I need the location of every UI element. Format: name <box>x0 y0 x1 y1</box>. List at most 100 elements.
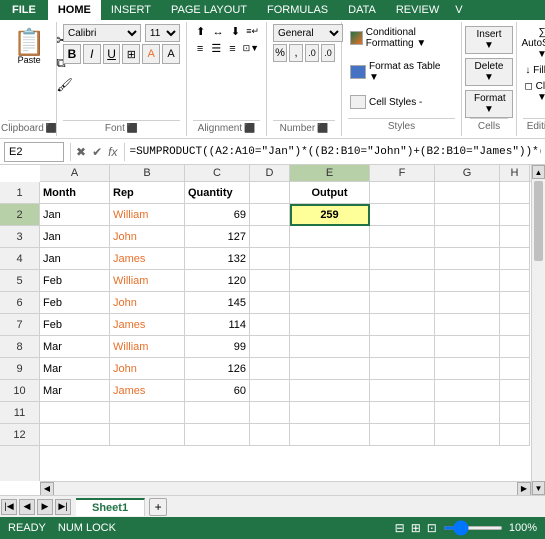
align-top-button[interactable]: ⬆ <box>193 24 208 39</box>
cell-B3[interactable]: John <box>110 226 185 248</box>
h-scroll-right-btn[interactable]: ▶ <box>517 482 531 496</box>
cell-B10[interactable]: James <box>110 380 185 402</box>
cell-ref-input[interactable] <box>4 142 64 162</box>
cell-C6[interactable]: 145 <box>185 292 250 314</box>
fill-button[interactable]: ↓ Fill ▼ <box>524 64 545 77</box>
cell-B2[interactable]: William <box>110 204 185 226</box>
col-header-C[interactable]: C <box>185 165 250 181</box>
cell-H5[interactable] <box>500 270 530 292</box>
font-color-button[interactable]: A <box>162 44 180 64</box>
cell-F2[interactable] <box>370 204 435 226</box>
cell-A12[interactable] <box>40 424 110 446</box>
cell-A2[interactable]: Jan <box>40 204 110 226</box>
sheet-tab-sheet1[interactable]: Sheet1 <box>76 498 145 516</box>
col-header-F[interactable]: F <box>370 165 435 181</box>
cell-C11[interactable] <box>185 402 250 424</box>
cell-D3[interactable] <box>250 226 290 248</box>
cell-H11[interactable] <box>500 402 530 424</box>
cell-A7[interactable]: Feb <box>40 314 110 336</box>
tab-review[interactable]: REVIEW <box>386 0 449 20</box>
cell-C12[interactable] <box>185 424 250 446</box>
cell-G6[interactable] <box>435 292 500 314</box>
cell-F11[interactable] <box>370 402 435 424</box>
col-header-H[interactable]: H <box>500 165 530 181</box>
cell-F12[interactable] <box>370 424 435 446</box>
clear-button[interactable]: ◻ Clear ▼ <box>520 80 545 104</box>
row-header-8[interactable]: 8 <box>0 336 39 358</box>
cell-A10[interactable]: Mar <box>40 380 110 402</box>
cell-F1[interactable] <box>370 182 435 204</box>
col-header-A[interactable]: A <box>40 165 110 181</box>
cell-H1[interactable] <box>500 182 530 204</box>
cell-E5[interactable] <box>290 270 370 292</box>
tab-nav-prev[interactable]: ◀ <box>19 499 35 515</box>
cell-G11[interactable] <box>435 402 500 424</box>
confirm-formula-icon[interactable]: ✔ <box>92 145 102 159</box>
v-scrollbar[interactable]: ▲ ▼ <box>531 165 545 495</box>
cell-C9[interactable]: 126 <box>185 358 250 380</box>
bold-button[interactable]: B <box>63 44 81 64</box>
cell-A8[interactable]: Mar <box>40 336 110 358</box>
percent-button[interactable]: % <box>273 44 287 62</box>
insert-function-icon[interactable]: fx <box>108 145 117 159</box>
tab-pagelayout[interactable]: PAGE LAYOUT <box>161 0 257 20</box>
clipboard-expand-icon[interactable]: ⬛ <box>46 123 57 134</box>
v-scroll-track[interactable] <box>532 179 545 481</box>
cell-H7[interactable] <box>500 314 530 336</box>
cell-B1[interactable]: Rep <box>110 182 185 204</box>
tab-formulas[interactable]: FORMULAS <box>257 0 338 20</box>
cell-H2[interactable] <box>500 204 530 226</box>
align-middle-button[interactable]: ↔ <box>210 24 225 39</box>
cell-B9[interactable]: John <box>110 358 185 380</box>
v-scroll-down-btn[interactable]: ▼ <box>532 481 545 495</box>
align-bottom-button[interactable]: ⬇ <box>228 24 243 39</box>
tab-home[interactable]: HOME <box>48 0 101 20</box>
cell-C4[interactable]: 132 <box>185 248 250 270</box>
view-layout-icon[interactable]: ⊞ <box>411 521 421 535</box>
tab-data[interactable]: DATA <box>338 0 386 20</box>
cell-H12[interactable] <box>500 424 530 446</box>
cell-D5[interactable] <box>250 270 290 292</box>
tab-nav-next[interactable]: ▶ <box>37 499 53 515</box>
align-center-button[interactable]: ☰ <box>209 41 223 56</box>
row-header-12[interactable]: 12 <box>0 424 39 446</box>
cell-D12[interactable] <box>250 424 290 446</box>
conditional-formatting-button[interactable]: Conditional Formatting ▼ <box>348 26 455 50</box>
wrap-text-button[interactable]: ≡↵ <box>245 24 260 39</box>
cell-C10[interactable]: 60 <box>185 380 250 402</box>
cell-A9[interactable]: Mar <box>40 358 110 380</box>
cell-H8[interactable] <box>500 336 530 358</box>
row-header-5[interactable]: 5 <box>0 270 39 292</box>
cell-E10[interactable] <box>290 380 370 402</box>
col-header-G[interactable]: G <box>435 165 500 181</box>
cell-E1[interactable]: Output <box>290 182 370 204</box>
row-header-9[interactable]: 9 <box>0 358 39 380</box>
add-sheet-button[interactable]: + <box>149 498 167 516</box>
row-header-2[interactable]: 2 <box>0 204 39 226</box>
cell-G3[interactable] <box>435 226 500 248</box>
cell-C5[interactable]: 120 <box>185 270 250 292</box>
cell-H9[interactable] <box>500 358 530 380</box>
cell-A4[interactable]: Jan <box>40 248 110 270</box>
cell-A1[interactable]: Month <box>40 182 110 204</box>
cell-C7[interactable]: 114 <box>185 314 250 336</box>
cell-B11[interactable] <box>110 402 185 424</box>
cell-E7[interactable] <box>290 314 370 336</box>
number-expand-icon[interactable]: ⬛ <box>317 123 328 134</box>
cell-G4[interactable] <box>435 248 500 270</box>
col-header-E[interactable]: E <box>290 165 370 181</box>
v-scroll-thumb[interactable] <box>534 181 543 261</box>
zoom-slider[interactable] <box>443 526 503 530</box>
cell-styles-button[interactable]: Cell Styles - <box>348 94 455 110</box>
file-tab[interactable]: FILE <box>0 0 48 20</box>
number-format-select[interactable]: General <box>273 24 343 42</box>
view-normal-icon[interactable]: ⊟ <box>395 521 405 535</box>
cell-H3[interactable] <box>500 226 530 248</box>
autosum-button[interactable]: ∑ AutoSum ▼ <box>520 26 545 61</box>
cell-G9[interactable] <box>435 358 500 380</box>
row-header-6[interactable]: 6 <box>0 292 39 314</box>
cell-B4[interactable]: James <box>110 248 185 270</box>
insert-cells-button[interactable]: Insert ▼ <box>465 26 513 54</box>
tab-nav-first[interactable]: |◀ <box>1 499 17 515</box>
cell-C8[interactable]: 99 <box>185 336 250 358</box>
